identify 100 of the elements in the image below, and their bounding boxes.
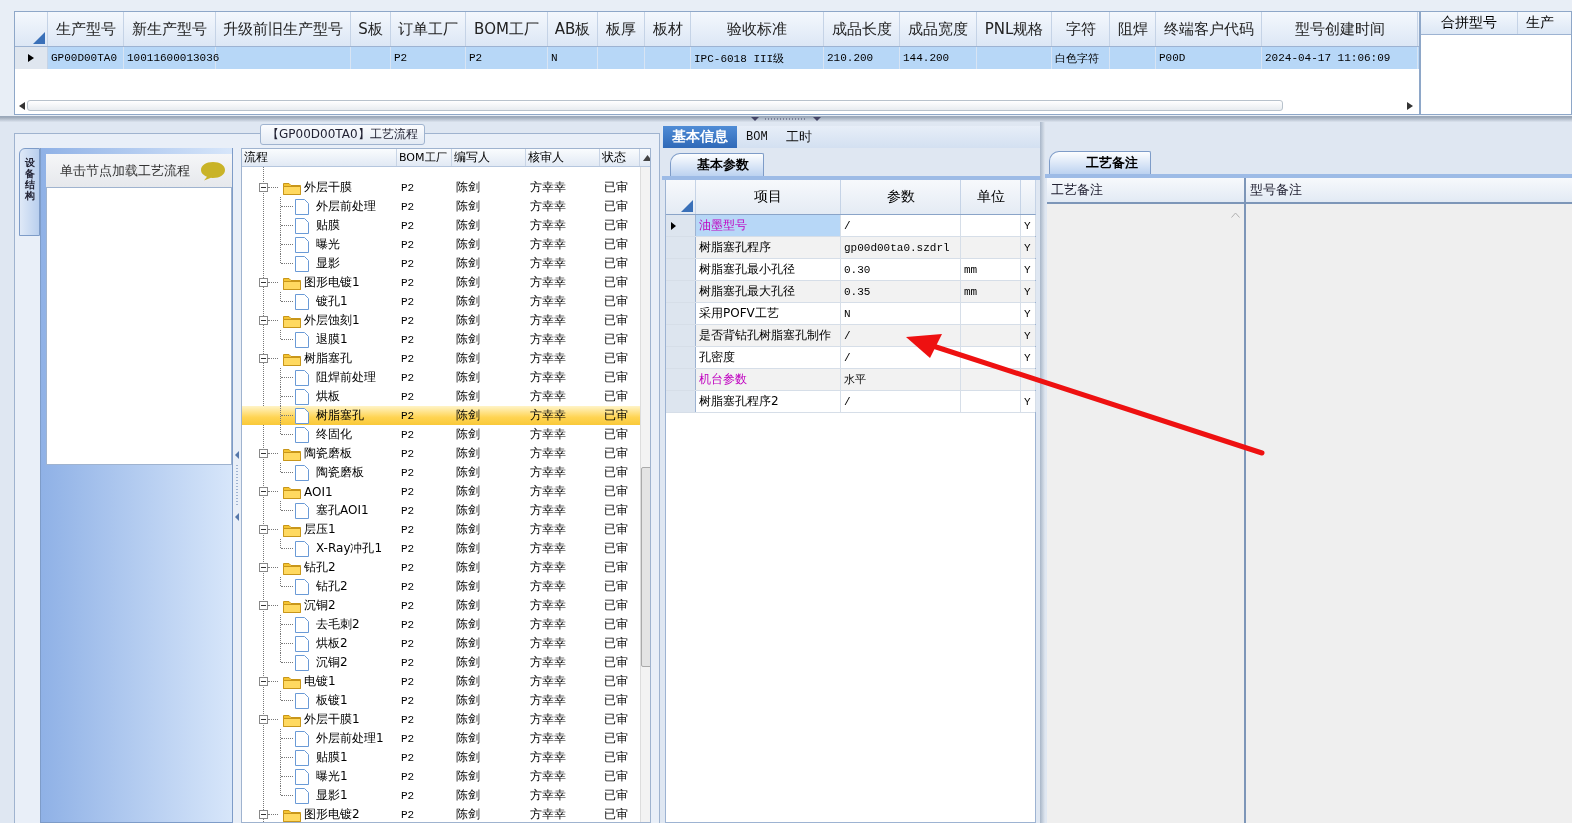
tree-row[interactable]: 阻焊前处理 P2 陈剑 方幸幸 已审 <box>242 368 640 387</box>
tree-row[interactable]: 显影1 P2 陈剑 方幸幸 已审 <box>242 786 640 805</box>
tree-node-label[interactable]: 层压1 <box>304 521 336 538</box>
collapse-icon[interactable] <box>259 183 268 192</box>
collapse-icon[interactable] <box>259 278 268 287</box>
column-header[interactable]: S板 <box>351 12 391 46</box>
tree-row[interactable]: 外层干膜1 P2 陈剑 方幸幸 已审 <box>242 710 640 729</box>
side-tab[interactable]: 设备结构 <box>19 148 40 236</box>
column-header[interactable]: 单位 <box>961 180 1021 214</box>
table-row[interactable]: 树脂塞孔最大孔径 0.35 mm Y <box>666 281 1035 303</box>
tree-row[interactable]: 退膜1 P2 陈剑 方幸幸 已审 <box>242 330 640 349</box>
section-tab[interactable]: 基本参数 <box>670 153 764 176</box>
tab[interactable]: BOM <box>737 126 777 148</box>
tree-row[interactable]: 镀孔1 P2 陈剑 方幸幸 已审 <box>242 292 640 311</box>
column-header[interactable]: 升级前旧生产型号 <box>216 12 351 46</box>
column-header[interactable]: 板材 <box>645 12 691 46</box>
column-header[interactable]: 编写人 <box>452 149 526 166</box>
table-row[interactable]: 是否背钻孔树脂塞孔制作 / Y <box>666 325 1035 347</box>
tree-node-label[interactable]: 电镀1 <box>304 673 336 690</box>
parameter-value[interactable]: / <box>844 351 851 364</box>
tree-node-label[interactable]: 塞孔AOI1 <box>316 502 369 519</box>
tree-node-label[interactable]: 外层干膜1 <box>304 711 360 728</box>
tree-node-label[interactable]: 钻孔2 <box>316 578 348 595</box>
tree-row[interactable]: 板镀1 P2 陈剑 方幸幸 已审 <box>242 691 640 710</box>
tree-node-label[interactable]: 图形电镀2 <box>304 806 360 822</box>
tree-row[interactable]: 外层干膜 P2 陈剑 方幸幸 已审 <box>242 178 640 197</box>
table-row[interactable]: 树脂塞孔程序 gp00d00ta0.szdrl Y <box>666 237 1035 259</box>
tree-node-label[interactable]: 图形电镀1 <box>304 274 360 291</box>
column-header[interactable]: 状态 <box>600 149 640 166</box>
tree-row[interactable]: 塞孔AOI1 P2 陈剑 方幸幸 已审 <box>242 501 640 520</box>
tree-node-label[interactable]: 去毛刺2 <box>316 616 360 633</box>
tree-row[interactable]: 树脂塞孔 P2 陈剑 方幸幸 已审 <box>242 406 640 425</box>
column-header[interactable]: 型号创建时间 <box>1262 12 1418 46</box>
tree-node-label[interactable]: 外层干膜 <box>304 179 352 196</box>
horizontal-scrollbar[interactable] <box>19 99 1413 112</box>
tree-row[interactable]: 去毛刺2 P2 陈剑 方幸幸 已审 <box>242 615 640 634</box>
tree-node-label[interactable]: 陶瓷磨板 <box>316 464 364 481</box>
tree-node-label[interactable]: 外层蚀刻1 <box>304 312 360 329</box>
tree-node-label[interactable]: 终固化 <box>316 426 352 443</box>
tree-node-label[interactable]: AOI1 <box>304 484 333 499</box>
parameter-value[interactable]: 水平 <box>844 372 866 387</box>
column-header[interactable]: 生产 <box>1518 12 1571 34</box>
column-header[interactable]: 核审人 <box>526 149 600 166</box>
column-header[interactable]: BOM工厂 <box>466 12 548 46</box>
tree-row[interactable]: 图形电镀1 P2 陈剑 方幸幸 已审 <box>242 273 640 292</box>
column-header[interactable]: 参数 <box>841 180 961 214</box>
column-header[interactable]: BOM工厂 <box>397 149 452 166</box>
tree-row[interactable]: 沉铜2 P2 陈剑 方幸幸 已审 <box>242 596 640 615</box>
parameter-value[interactable]: 0.35 <box>844 285 871 298</box>
tree-row[interactable]: 外层蚀刻1 P2 陈剑 方幸幸 已审 <box>242 311 640 330</box>
tree-node-label[interactable]: 沉铜2 <box>316 654 348 671</box>
tree-node-label[interactable]: 阻焊前处理 <box>316 369 376 386</box>
column-header[interactable]: 板厚 <box>598 12 645 46</box>
parameter-value[interactable]: N <box>844 307 851 320</box>
tree-node-label[interactable]: 曝光 <box>316 236 340 253</box>
column-header[interactable]: 阻焊 <box>1110 12 1156 46</box>
parameter-value[interactable]: 0.30 <box>844 263 871 276</box>
collapse-icon[interactable] <box>259 449 268 458</box>
column-header[interactable]: 流程 <box>242 149 397 166</box>
tree-row[interactable]: 贴膜 P2 陈剑 方幸幸 已审 <box>242 216 640 235</box>
column-header[interactable]: 订单工厂 <box>391 12 466 46</box>
column-header[interactable]: AB板 <box>548 12 598 46</box>
parameter-value[interactable]: / <box>844 395 851 408</box>
column-header[interactable]: 成品长度 <box>824 12 900 46</box>
collapse-icon[interactable] <box>259 487 268 496</box>
collapse-icon[interactable] <box>259 715 268 724</box>
column-header[interactable]: PNL规格 <box>977 12 1052 46</box>
tree-row[interactable]: 显影 P2 陈剑 方幸幸 已审 <box>242 254 640 273</box>
tree-row[interactable]: 钻孔2 P2 陈剑 方幸幸 已审 <box>242 577 640 596</box>
tree-node-label[interactable]: 沉铜2 <box>304 597 336 614</box>
table-row[interactable]: GP00D00TA0 10011600013036 P2 P2 N IPC-6018 III级 210.200 144.200 白色字符 P00D 2024-04-17 11:06:09 <box>15 47 1419 69</box>
column-header[interactable]: 新生产型号 <box>124 12 216 46</box>
column-header[interactable]: 合拼型号 <box>1421 12 1518 34</box>
tree-node-label[interactable]: 钻孔2 <box>304 559 336 576</box>
column-header[interactable]: 成品宽度 <box>900 12 977 46</box>
tree-node-label[interactable]: 外层前处理 <box>316 198 376 215</box>
parameter-value[interactable]: / <box>844 219 851 232</box>
tree-row[interactable]: 沉铜2 P2 陈剑 方幸幸 已审 <box>242 653 640 672</box>
column-header[interactable]: 项目 <box>696 180 841 214</box>
tree-row[interactable]: 陶瓷磨板 P2 陈剑 方幸幸 已审 <box>242 463 640 482</box>
tree-row[interactable]: 贴膜1 P2 陈剑 方幸幸 已审 <box>242 748 640 767</box>
tree-node-label[interactable]: 烘板2 <box>316 635 348 652</box>
collapse-icon[interactable] <box>259 601 268 610</box>
tree-row[interactable]: 终固化 P2 陈剑 方幸幸 已审 <box>242 425 640 444</box>
row-header[interactable] <box>666 215 696 236</box>
tree-row[interactable]: 外层前处理 P2 陈剑 方幸幸 已审 <box>242 197 640 216</box>
tree-node-label[interactable]: 烘板 <box>316 388 340 405</box>
tree-node-label[interactable]: X-Ray冲孔1 <box>316 540 383 557</box>
column-header[interactable]: 终端客户代码 <box>1156 12 1262 46</box>
tree-node-label[interactable]: 树脂塞孔 <box>304 350 352 367</box>
tree-node-label[interactable]: 镀孔1 <box>316 293 348 310</box>
collapse-icon[interactable] <box>259 810 268 819</box>
tree-row[interactable]: X-Ray冲孔1 P2 陈剑 方幸幸 已审 <box>242 539 640 558</box>
collapse-icon[interactable] <box>259 677 268 686</box>
tree-row[interactable]: 外层前处理1 P2 陈剑 方幸幸 已审 <box>242 729 640 748</box>
tree-row[interactable]: 钻孔2 P2 陈剑 方幸幸 已审 <box>242 558 640 577</box>
parameter-value[interactable]: / <box>844 329 851 342</box>
tree-node-label[interactable]: 退膜1 <box>316 331 348 348</box>
tree-node-label[interactable]: 树脂塞孔 <box>316 407 364 424</box>
tab[interactable]: 工时 <box>776 126 821 148</box>
